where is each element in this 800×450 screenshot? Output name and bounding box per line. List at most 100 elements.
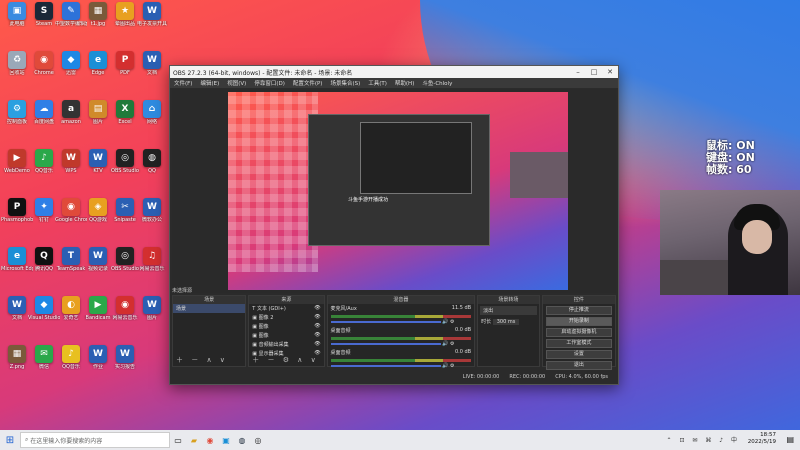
desktop-icon[interactable]: W 电子发票开具	[136, 2, 168, 27]
menu-item[interactable]: 编辑(E)	[200, 79, 219, 87]
mixer-dock: 混音器 麦克风/Aux 11.5 dB 🔊 ⚙ 桌面音频 0.0 dB 🔊 ⚙ 桌面音频…	[326, 295, 476, 370]
maximize-button[interactable]: □	[586, 68, 602, 76]
sources-toolbar[interactable]: ＋ － ⚙ ∧ ∨	[252, 355, 318, 365]
visibility-icon[interactable]: 👁	[314, 314, 320, 320]
desktop-app-icon: ⚙	[8, 100, 26, 118]
desktop-app-icon: ◐	[62, 296, 80, 314]
transition-select[interactable]: 淡出	[480, 306, 537, 315]
desktop-icon[interactable]: ⌂ 网络	[136, 100, 168, 125]
desktop-app-icon: W	[143, 296, 161, 314]
windows-start-icon[interactable]: ⊞	[0, 435, 20, 446]
visibility-icon[interactable]: 👁	[314, 323, 320, 329]
system-tray[interactable]: ⌃ ⊡ ✉ ⌘ ♪ 中	[667, 435, 740, 444]
volume-slider-row[interactable]: 🔊 ⚙	[328, 318, 475, 326]
source-label: 图像	[258, 333, 269, 339]
desktop-app-icon: ◎	[116, 247, 134, 265]
speaker-icon[interactable]: 🔊 ⚙	[441, 363, 454, 369]
steam-icon[interactable]: ◍	[234, 436, 250, 445]
sources-dock-header: 来源	[249, 296, 324, 304]
volume-slider[interactable]	[330, 320, 441, 323]
task-view-icon[interactable]: ▭	[170, 436, 186, 445]
volume-slider[interactable]	[330, 342, 441, 345]
no-source-label: 未选择源	[172, 288, 193, 294]
desktop-app-icon: W	[143, 2, 161, 20]
preview-webcam	[510, 152, 568, 198]
visibility-icon[interactable]: 👁	[314, 305, 320, 311]
desktop-app-icon: ▤	[89, 100, 107, 118]
source-item[interactable]: ▣ 图像 👁	[249, 322, 323, 331]
mixer-track: 麦克风/Aux 11.5 dB 🔊 ⚙	[328, 304, 475, 326]
obs-taskbar-icon[interactable]: ◎	[250, 436, 266, 445]
desktop-app-icon: Q	[35, 247, 53, 265]
desktop-app-icon: ▦	[8, 345, 26, 363]
source-item[interactable]: T 文本 (GDI+) 👁	[249, 304, 323, 313]
minimize-button[interactable]: –	[570, 68, 586, 76]
control-button[interactable]: 开始录制	[545, 317, 612, 326]
source-item[interactable]: ▣ 图像 2 👁	[249, 313, 323, 322]
menu-item[interactable]: 场景集合(S)	[330, 79, 360, 87]
scene-item[interactable]: 场景	[173, 304, 246, 313]
menu-item[interactable]: 停靠窗口(D)	[254, 79, 285, 87]
scenes-toolbar[interactable]: ＋ － ∧ ∨	[176, 355, 228, 365]
source-item[interactable]: ▣ 图像 👁	[249, 331, 323, 340]
preview-label: 斗鱼手游开播成功	[348, 197, 389, 203]
volume-slider-row[interactable]: 🔊 ⚙	[328, 362, 475, 370]
visibility-icon[interactable]: 👁	[314, 332, 320, 338]
desktop-app-icon: ✂	[116, 198, 134, 216]
desktop-icon-label: 网络	[146, 119, 157, 125]
control-button[interactable]: 工作室模式	[545, 339, 612, 348]
desktop-icon-label: 文档	[146, 70, 157, 76]
transition-duration[interactable]: 时长 300 ms	[478, 317, 539, 326]
source-label: 图像	[258, 324, 269, 330]
volume-slider-row[interactable]: 🔊 ⚙	[328, 340, 475, 348]
obs-window: OBS 27.2.3 (64-bit, windows) - 配置文件: 未命名…	[169, 65, 619, 385]
desktop-app-icon: W	[89, 247, 107, 265]
visibility-icon[interactable]: 👁	[314, 341, 320, 347]
speaker-icon[interactable]: 🔊 ⚙	[441, 319, 454, 325]
desktop-icon[interactable]: W 微软办公	[136, 198, 168, 223]
menu-item[interactable]: 帮助(H)	[395, 79, 414, 87]
control-button[interactable]: 停止推流	[545, 306, 612, 315]
control-button[interactable]: 启动虚拟摄像机	[545, 328, 612, 337]
desktop-app-icon: S	[35, 2, 53, 20]
menu-item[interactable]: 工具(T)	[368, 79, 387, 87]
desktop-icon-label: 图片	[146, 315, 157, 321]
taskbar-clock[interactable]: 18:57 2022/5/19	[748, 432, 776, 446]
desktop-app-icon: W	[143, 198, 161, 216]
mixer-track-header: 桌面音频 0.0 dB	[328, 326, 475, 335]
close-button[interactable]: ✕	[602, 68, 618, 76]
desktop-icon[interactable]: W 图片	[136, 296, 168, 321]
menu-item[interactable]: 文件(F)	[174, 79, 192, 87]
file-explorer-icon[interactable]: ▰	[186, 436, 202, 445]
menu-item[interactable]: 斗鱼-Chloly	[422, 79, 452, 87]
source-item[interactable]: ▣ 音频输出采集 👁	[249, 340, 323, 349]
clock-date: 2022/5/19	[747, 439, 776, 445]
desktop-icon[interactable]: W 实习报告	[109, 345, 141, 370]
desktop-icon-grid: ▣ 此电脑 S Steam ✎ 中望数学编辑器 ▦ t1.jpg ★ 晕图出品 W 电子发票开具 ♻ 回收…	[0, 0, 170, 430]
desktop-icon-label: 微软办公	[141, 217, 162, 223]
obs-preview[interactable]: 斗鱼手游开播成功	[172, 89, 616, 293]
scenes-dock-header: 场景	[173, 296, 246, 304]
webcam-face	[742, 220, 772, 254]
control-button[interactable]: 设置	[545, 350, 612, 359]
chrome-icon[interactable]: ◉	[202, 436, 218, 445]
store-icon[interactable]: ▣	[218, 436, 234, 445]
desktop-app-icon: ♪	[62, 345, 80, 363]
live-status: LIVE: 00:00:00	[462, 374, 500, 380]
volume-slider[interactable]	[330, 364, 441, 367]
mixer-track-name: 桌面音频	[330, 328, 351, 334]
desktop-app-icon: ▦	[89, 2, 107, 20]
webcam-desk	[660, 260, 730, 295]
duration-value[interactable]: 300 ms	[492, 319, 520, 325]
menu-item[interactable]: 视图(V)	[227, 79, 246, 87]
speaker-icon[interactable]: 🔊 ⚙	[441, 341, 454, 347]
desktop-icon[interactable]: ♫ 网易云音乐	[136, 247, 168, 272]
notification-icon[interactable]: ▤	[786, 435, 794, 444]
obs-title: OBS 27.2.3 (64-bit, windows) - 配置文件: 未命名…	[173, 69, 353, 77]
menu-item[interactable]: 配置文件(P)	[293, 79, 323, 87]
desktop-icon[interactable]: ◍ QQ	[136, 149, 168, 174]
control-button[interactable]: 退出	[545, 361, 612, 370]
desktop-icon[interactable]: W 文档	[136, 51, 168, 76]
taskbar-search[interactable]: ⌕ 在这里输入你要搜索的内容	[20, 432, 170, 448]
desktop-app-icon: ✉	[35, 345, 53, 363]
